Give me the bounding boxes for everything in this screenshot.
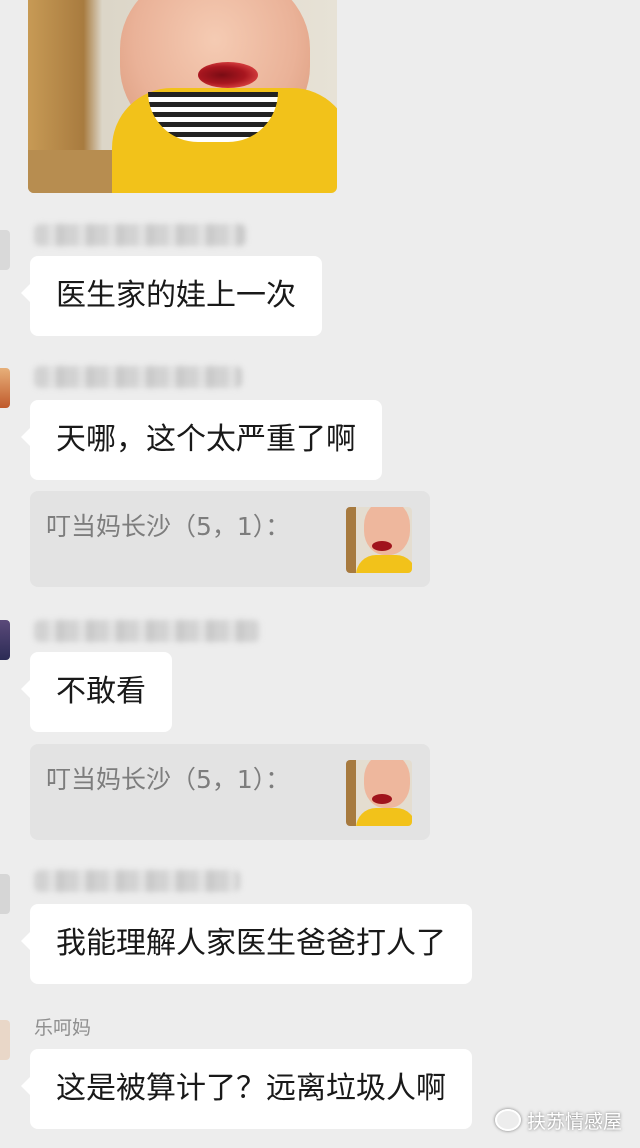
message-text: 我能理解人家医生爸爸打人了 xyxy=(56,926,446,961)
sender-name-blurred xyxy=(34,224,246,246)
watermark: 扶苏情感屋 xyxy=(494,1109,622,1134)
message-bubble[interactable]: 这是被算计了？远离垃圾人啊 xyxy=(21,1049,472,1129)
message-bubble[interactable]: 医生家的娃上一次 xyxy=(21,256,322,336)
message-text: 不敢看 xyxy=(56,674,146,709)
sender-name-blurred xyxy=(34,620,260,642)
avatar[interactable] xyxy=(0,368,10,408)
quoted-sender: 叮当妈长沙（5，1）： xyxy=(46,512,291,541)
quoted-image-thumbnail[interactable] xyxy=(346,760,412,826)
message-bubble[interactable]: 不敢看 xyxy=(21,652,172,732)
quoted-reply[interactable]: 叮当妈长沙（5，1）： xyxy=(30,744,430,840)
message-text: 天哪，这个太严重了啊 xyxy=(56,422,356,457)
sender-name-blurred xyxy=(34,870,240,892)
sender-name: 乐呵妈 xyxy=(34,1017,92,1039)
avatar[interactable] xyxy=(0,1020,10,1060)
wechat-official-icon xyxy=(494,1109,521,1131)
avatar[interactable] xyxy=(0,874,10,914)
avatar[interactable] xyxy=(0,620,10,660)
message-bubble[interactable]: 我能理解人家医生爸爸打人了 xyxy=(21,904,472,984)
shared-photo[interactable] xyxy=(28,0,337,193)
sender-name-blurred xyxy=(34,366,242,388)
watermark-text: 扶苏情感屋 xyxy=(526,1111,622,1133)
message-text: 这是被算计了？远离垃圾人啊 xyxy=(56,1071,446,1106)
avatar[interactable] xyxy=(0,230,10,270)
message-text: 医生家的娃上一次 xyxy=(56,278,296,313)
quoted-sender: 叮当妈长沙（5，1）： xyxy=(46,765,291,794)
quoted-image-thumbnail[interactable] xyxy=(346,507,412,573)
quoted-reply[interactable]: 叮当妈长沙（5，1）： xyxy=(30,491,430,587)
message-bubble[interactable]: 天哪，这个太严重了啊 xyxy=(21,400,382,480)
